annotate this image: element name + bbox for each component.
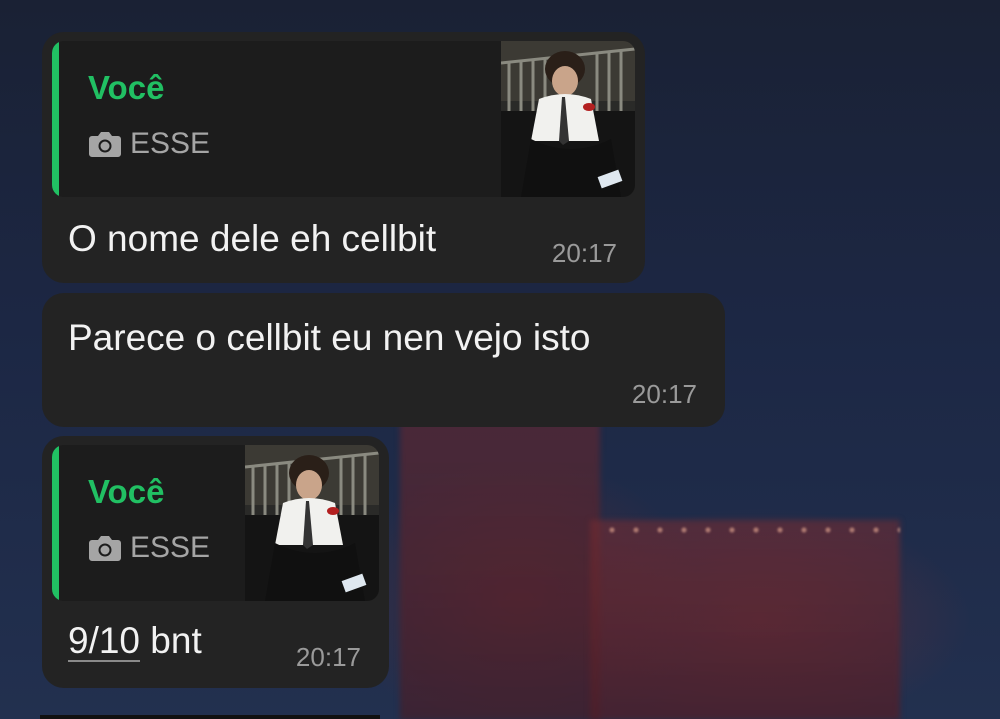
camera-icon xyxy=(89,132,121,157)
wallpaper-lights xyxy=(600,520,900,540)
camera-icon xyxy=(89,536,121,561)
wallpaper-building xyxy=(590,520,900,719)
quoted-reply[interactable]: Você ESSE xyxy=(52,41,635,197)
message-text: Parece o cellbit eu nen vejo isto xyxy=(68,317,591,358)
bottom-edge xyxy=(40,715,380,719)
photo-thumbnail[interactable] xyxy=(245,445,379,601)
message-bubble[interactable]: Você ESSE xyxy=(42,436,389,688)
message-bubble[interactable]: Você ESSE xyxy=(42,32,645,283)
quote-caption-text: ESSE xyxy=(130,127,211,160)
quote-caption: ESSE xyxy=(88,127,210,161)
quote-caption-text: ESSE xyxy=(130,531,211,564)
message-time: 20:17 xyxy=(631,379,697,409)
photo-thumbnail-image xyxy=(245,445,379,601)
quote-accent-bar xyxy=(52,445,59,601)
message-time: 20:17 xyxy=(551,238,617,268)
quote-author: Você xyxy=(88,69,165,106)
wallpaper-building xyxy=(400,420,600,719)
quote-author: Você xyxy=(88,473,165,510)
photo-thumbnail-image xyxy=(501,41,635,197)
message-text: O nome dele eh cellbit xyxy=(68,218,437,259)
message-bubble[interactable]: Parece o cellbit eu nen vejo isto 20:17 xyxy=(42,293,725,427)
photo-thumbnail[interactable] xyxy=(501,41,635,197)
quote-caption: ESSE xyxy=(88,531,210,565)
quoted-reply[interactable]: Você ESSE xyxy=(52,445,379,601)
quote-accent-bar xyxy=(52,41,59,197)
message-text-rest: bnt xyxy=(140,620,202,661)
detected-link[interactable]: 9/10 xyxy=(68,620,140,661)
message-time: 20:17 xyxy=(295,642,361,672)
message-text: 9/10 bnt xyxy=(68,620,202,662)
